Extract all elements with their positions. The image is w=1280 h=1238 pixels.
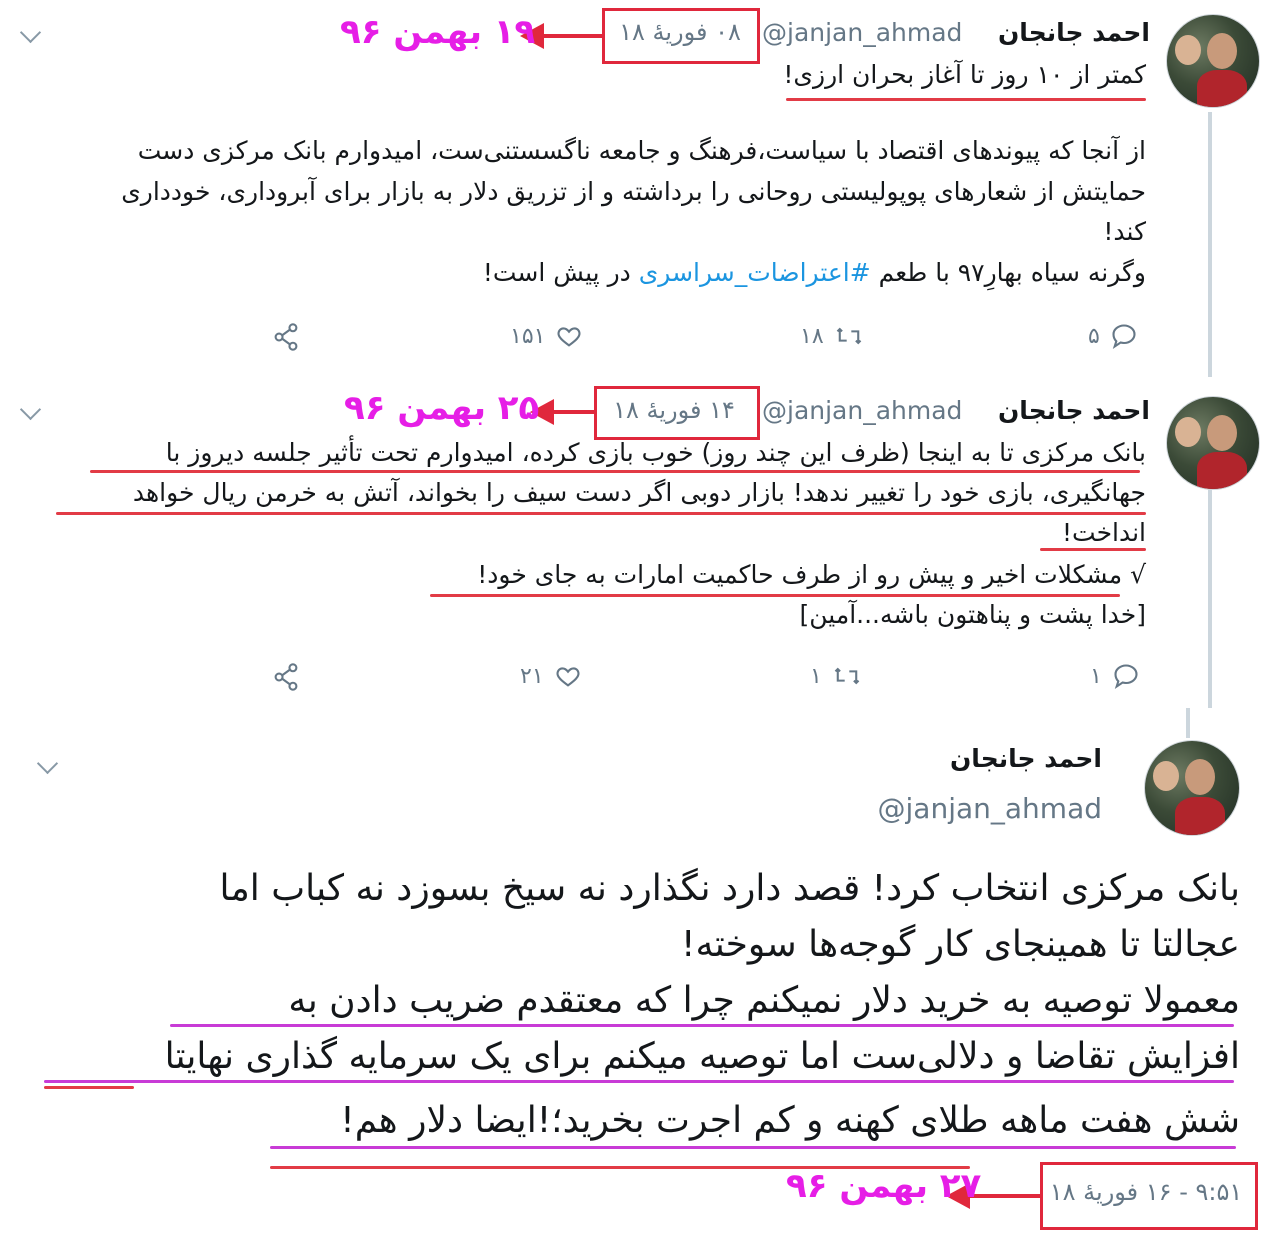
annotation-date: ۲۷ بهمن ۹۶ (786, 1166, 982, 1206)
share-button[interactable] (272, 322, 300, 352)
text-segment: در پیش است! (482, 258, 639, 287)
share-icon (274, 323, 298, 351)
thread-line (1208, 112, 1212, 377)
reply-count: ۱ (1090, 663, 1102, 689)
hashtag-link[interactable]: #اعتراضات_سراسری (639, 258, 871, 287)
tweet-text-line: عجالتا تا همینجای کار گوجه‌ها سوخته! (681, 924, 1240, 965)
underline (170, 1024, 1234, 1027)
underline (1040, 548, 1146, 551)
tweet-text-line: انداخت! (1062, 518, 1146, 547)
tweet-text-line: از آنجا که پیوندهای اقتصاد با سیاست،فرهن… (137, 136, 1146, 165)
like-count: ۲۱ (520, 663, 544, 689)
underline (56, 512, 1146, 515)
reply-icon (1112, 324, 1136, 350)
like-count: ۱۵۱ (510, 323, 546, 349)
avatar[interactable] (1144, 740, 1240, 836)
author-name[interactable]: احمد جانجان (950, 744, 1102, 773)
like-button[interactable]: ۲۱ (520, 662, 582, 690)
tweet-text-line: وگرنه سیاه بهارِ۹۷ با طعم #اعتراضات_سراس… (483, 254, 1146, 291)
underline (786, 98, 1146, 101)
annotation-date: ۱۹ بهمن ۹۶ (340, 12, 536, 52)
chevron-down-icon[interactable] (19, 398, 42, 421)
annotation-date: ۲۵ بهمن ۹۶ (344, 388, 540, 428)
tweet-text-line: معمولا توصیه به خرید دلار نمیکنم چرا که … (288, 980, 1240, 1021)
heart-icon (556, 667, 580, 687)
avatar[interactable] (1166, 14, 1260, 108)
author-handle[interactable]: @janjan_ahmad (762, 18, 962, 47)
tweet-timestamp[interactable]: ۹:۵۱ - ۱۶ فوریهٔ ۱۸ (1044, 1178, 1248, 1206)
date-highlight-box (594, 386, 760, 440)
author-name[interactable]: احمد جانجان (998, 18, 1150, 47)
tweet-text-line: کند! (1103, 217, 1146, 246)
text-segment: وگرنه سیاه بهارِ۹۷ با طعم (870, 258, 1146, 287)
tweet-text-line: شش هفت ماهه طلای کهنه و کم اجرت بخرید؛!ا… (340, 1100, 1240, 1141)
retweet-count: ۱۸ (800, 323, 824, 349)
retweet-button[interactable]: ۱۸ (800, 322, 864, 350)
reply-count: ۵ (1088, 323, 1100, 349)
annotation-arrow (550, 410, 596, 414)
avatar[interactable] (1166, 396, 1260, 490)
underline (44, 1080, 1234, 1083)
tweet-text-line: افزایش تقاضا و دلالی‌ست اما توصیه میکنم … (164, 1036, 1240, 1077)
reply-button[interactable]: ۱ (1090, 662, 1140, 690)
share-button[interactable] (272, 662, 300, 692)
thread-line (1186, 708, 1190, 738)
underline (44, 1086, 134, 1089)
annotation-arrow (540, 34, 602, 38)
tweet-text-line: [خدا پشت و پناهتون باشه...آمین] (799, 600, 1147, 629)
author-name[interactable]: احمد جانجان (998, 396, 1150, 425)
tweet-text-line: بانک مرکزی تا به اینجا (ظرف این چند روز)… (165, 438, 1146, 467)
reply-button[interactable]: ۵ (1088, 322, 1138, 350)
tweet-text-line: √ مشکلات اخیر و پیش رو از طرف حاکمیت اما… (477, 560, 1146, 589)
thread-line (1208, 490, 1212, 708)
like-button[interactable]: ۱۵۱ (510, 322, 583, 350)
tweet-text-line: جهانگیری، بازی خود را تغییر ندهد! بازار … (132, 478, 1146, 507)
chevron-down-icon[interactable] (19, 21, 42, 44)
date-highlight-box (602, 8, 760, 64)
author-handle[interactable]: @janjan_ahmad (878, 792, 1102, 825)
retweet-icon (834, 667, 860, 685)
tweet-text-line: بانک مرکزی انتخاب کرد! قصد دارد نگذارد ن… (219, 868, 1240, 909)
tweet-headline: کمتر از ۱۰ روز تا آغاز بحران ارزی! (783, 60, 1146, 89)
tweet-text-line: حمایتش از شعارهای پوپولیستی روحانی را بر… (121, 177, 1146, 206)
reply-icon (1114, 664, 1138, 690)
share-icon (274, 663, 298, 691)
retweet-count: ۱ (810, 663, 822, 689)
underline (270, 1146, 1236, 1149)
underline (90, 470, 1140, 473)
retweet-button[interactable]: ۱ (810, 662, 862, 690)
heart-icon (557, 327, 581, 347)
chevron-down-icon[interactable] (36, 752, 59, 775)
author-handle[interactable]: @janjan_ahmad (762, 396, 962, 425)
retweet-icon (836, 327, 861, 345)
